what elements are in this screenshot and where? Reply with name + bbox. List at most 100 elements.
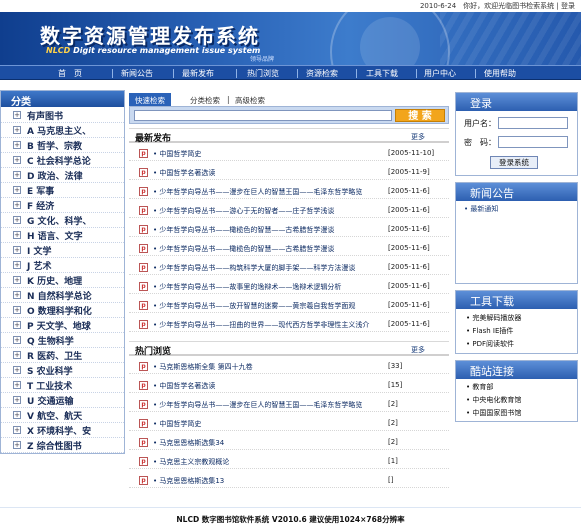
expand-plus-icon[interactable]: + (13, 171, 21, 179)
nav-hot[interactable]: 热门浏览 (247, 68, 279, 79)
password-input[interactable] (498, 136, 568, 148)
nav-latest[interactable]: 最新发布 (182, 68, 214, 79)
sidebar-category-item[interactable]: + B 哲学、宗教 (1, 138, 124, 153)
sidebar-category-item[interactable]: + P 天文学、地球 (1, 318, 124, 333)
expand-plus-icon[interactable]: + (13, 111, 21, 119)
nav-help[interactable]: 使用帮助 (484, 68, 516, 79)
expand-plus-icon[interactable]: + (13, 141, 21, 149)
sidebar-category-item[interactable]: + Z 综合性图书 (1, 438, 124, 453)
login-title: 登录 (456, 93, 577, 111)
expand-plus-icon[interactable]: + (13, 156, 21, 164)
tool-link[interactable]: • PDF阅读软件 (466, 339, 514, 349)
expand-plus-icon[interactable]: + (13, 321, 21, 329)
item-title-link[interactable]: • 马克思恩格斯选集34 (153, 438, 224, 448)
item-title-link[interactable]: • 中国哲学简史 (153, 149, 201, 159)
search-input[interactable] (134, 110, 392, 121)
nav-home[interactable]: 首 页 (58, 68, 82, 79)
expand-plus-icon[interactable]: + (13, 411, 21, 419)
expand-plus-icon[interactable]: + (13, 366, 21, 374)
item-title-link[interactable]: • 少年哲学向导丛书——扭曲的世界——现代西方哲学非理性主义浅介 (153, 320, 369, 330)
news-item[interactable]: • 最新通知 (464, 204, 498, 214)
links-box: 酷站连接 • 教育部 • 中央电化教育馆 • 中国国家图书馆 (455, 360, 578, 422)
hot-more-link[interactable]: 更多 (411, 345, 425, 355)
item-title-link[interactable]: • 马克思恩格斯选集13 (153, 476, 224, 486)
sidebar-category-item[interactable]: + K 历史、地理 (1, 273, 124, 288)
sidebar-category-item[interactable]: + A 马克思主义、 (1, 123, 124, 138)
item-title-link[interactable]: • 少年哲学向导丛书——游心于无的智者——庄子哲学浅谈 (153, 206, 334, 216)
expand-plus-icon[interactable]: + (13, 351, 21, 359)
expand-plus-icon[interactable]: + (13, 186, 21, 194)
item-title-link[interactable]: • 少年哲学向导丛书——漫步在巨人的智慧王国——毛泽东哲学略览 (153, 187, 362, 197)
latest-more-link[interactable]: 更多 (411, 132, 425, 142)
tool-link[interactable]: • 完美解码播放器 (466, 313, 521, 323)
expand-plus-icon[interactable]: + (13, 126, 21, 134)
expand-plus-icon[interactable]: + (13, 441, 21, 449)
item-title-link[interactable]: • 少年哲学向导丛书——漫步在巨人的智慧王国——毛泽东哲学略览 (153, 400, 362, 410)
category-label: 有声图书 (27, 112, 64, 122)
latest-section: 最新发布 更多 p • 中国哲学简史 [2005-11-10] p • 中国哲学名著选读… (129, 128, 449, 336)
sidebar-category-item[interactable]: + I 文学 (1, 243, 124, 258)
tool-link[interactable]: • Flash IE插件 (466, 326, 513, 336)
item-title-link[interactable]: • 中国哲学名著选读 (153, 381, 215, 391)
expand-plus-icon[interactable]: + (13, 261, 21, 269)
item-title-link[interactable]: • 少年哲学向导丛书——故事里的逸辩术——逸辩术逻辑分析 (153, 282, 341, 292)
expand-plus-icon[interactable]: + (13, 306, 21, 314)
item-title-link[interactable]: • 少年哲学向导丛书——放开智慧的迷雾——黄宗羲自我哲学面观 (153, 301, 355, 311)
welcome-text: 2010-6-24 你好，欢迎光临图书检索系统 | 登录 (419, 2, 575, 10)
nav-news[interactable]: 新闻公告 (121, 68, 153, 79)
sidebar-category-item[interactable]: + O 数理科学和化 (1, 303, 124, 318)
friend-link[interactable]: • 中央电化教育馆 (466, 395, 521, 405)
tab-advanced-search[interactable]: 高级检索 (229, 93, 271, 106)
item-title-link[interactable]: • 马克斯恩格斯全集 第四十九卷 (153, 362, 253, 372)
sidebar-category-item[interactable]: + F 经济 (1, 198, 124, 213)
expand-plus-icon[interactable]: + (13, 336, 21, 344)
sidebar-category-item[interactable]: + D 政治、法律 (1, 168, 124, 183)
subtitle-text: Digit resource management issue system (73, 46, 261, 55)
pdf-icon: p (139, 263, 148, 272)
sidebar-category-item[interactable]: + R 医药、卫生 (1, 348, 124, 363)
pdf-icon: p (139, 225, 148, 234)
category-label: X 环境科学、安 (27, 427, 92, 437)
expand-plus-icon[interactable]: + (13, 216, 21, 224)
expand-plus-icon[interactable]: + (13, 426, 21, 434)
tab-category-search[interactable]: 分类检索 (184, 93, 226, 106)
sidebar-category-item[interactable]: + E 军事 (1, 183, 124, 198)
sidebar-category-item[interactable]: + N 自然科学总论 (1, 288, 124, 303)
expand-plus-icon[interactable]: + (13, 246, 21, 254)
sidebar-category-item[interactable]: + U 交通运输 (1, 393, 124, 408)
nav-search[interactable]: 资源检索 (306, 68, 338, 79)
expand-plus-icon[interactable]: + (13, 201, 21, 209)
sidebar-category-item[interactable]: + G 文化、科学、 (1, 213, 124, 228)
sidebar-category-item[interactable]: + 有声图书 (1, 108, 124, 123)
nav-user-center[interactable]: 用户中心 (424, 68, 456, 79)
friend-link[interactable]: • 教育部 (466, 382, 493, 392)
sidebar-category-item[interactable]: + X 环境科学、安 (1, 423, 124, 438)
item-title-link[interactable]: • 少年哲学向导丛书——构筑科学大厦的脚手架——科学方法漫谈 (153, 263, 355, 273)
username-input[interactable] (498, 117, 568, 129)
expand-plus-icon[interactable]: + (13, 291, 21, 299)
sidebar-category-item[interactable]: + Q 生物科学 (1, 333, 124, 348)
tab-quick-search[interactable]: 快速检索 (129, 93, 171, 106)
sidebar-category-item[interactable]: + S 农业科学 (1, 363, 124, 378)
nav-tools[interactable]: 工具下载 (366, 68, 398, 79)
login-button[interactable]: 登录系统 (490, 156, 538, 169)
list-item: p • 马克思主义宗教观概论 [1] (129, 454, 449, 469)
item-title-link[interactable]: • 马克思主义宗教观概论 (153, 457, 229, 467)
expand-plus-icon[interactable]: + (13, 396, 21, 404)
sidebar-category-item[interactable]: + C 社会科学总论 (1, 153, 124, 168)
item-title-link[interactable]: • 少年哲学向导丛书——橄榄色的智慧——古希腊哲学漫谈 (153, 225, 334, 235)
friend-link[interactable]: • 中国国家图书馆 (466, 408, 521, 418)
expand-plus-icon[interactable]: + (13, 276, 21, 284)
expand-plus-icon[interactable]: + (13, 381, 21, 389)
sidebar-category-item[interactable]: + J 艺术 (1, 258, 124, 273)
search-button[interactable]: 搜 索 (395, 109, 445, 122)
password-label: 密 码： (464, 138, 496, 147)
sidebar-category-item[interactable]: + T 工业技术 (1, 378, 124, 393)
sidebar-category-item[interactable]: + V 航空、航天 (1, 408, 124, 423)
item-title-link[interactable]: • 少年哲学向导丛书——橄榄色的智慧——古希腊哲学漫谈 (153, 244, 334, 254)
item-title-link[interactable]: • 中国哲学简史 (153, 419, 201, 429)
pdf-icon: p (139, 438, 148, 447)
sidebar-category-item[interactable]: + H 语言、文字 (1, 228, 124, 243)
expand-plus-icon[interactable]: + (13, 231, 21, 239)
item-title-link[interactable]: • 中国哲学名著选读 (153, 168, 215, 178)
